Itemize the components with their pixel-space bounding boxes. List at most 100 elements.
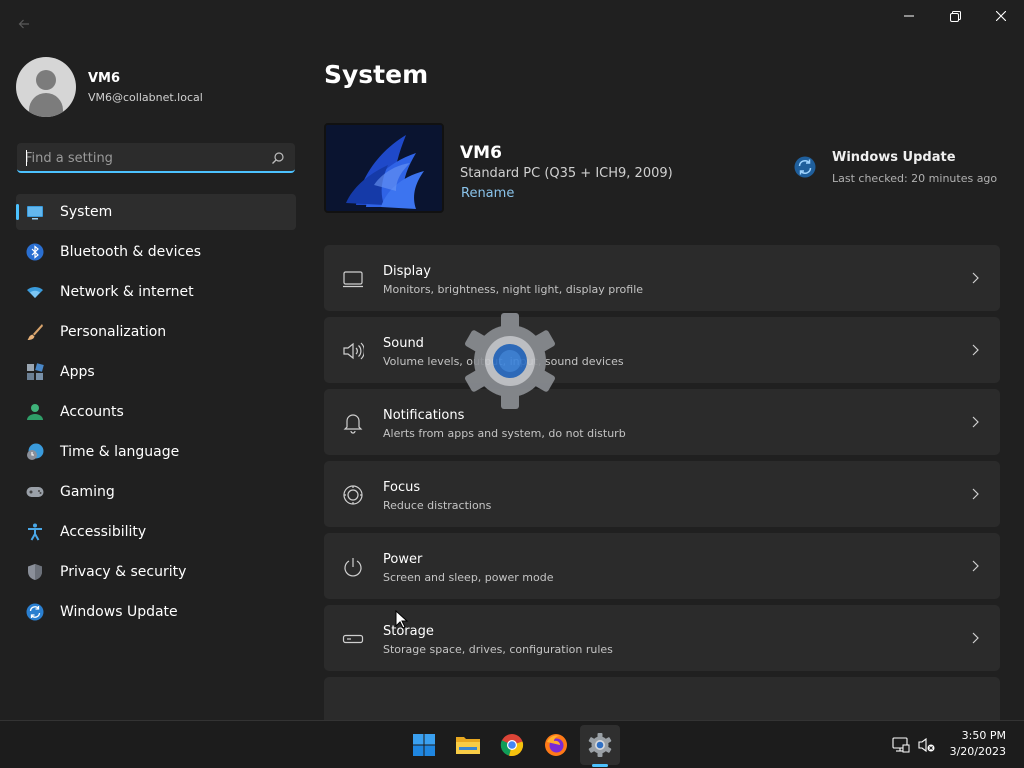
sidebar-item-privacy-security[interactable]: Privacy & security xyxy=(16,554,296,590)
taskbar-clock[interactable]: 3:50 PM 3/20/2023 xyxy=(940,728,1006,760)
search-input[interactable] xyxy=(25,148,265,168)
chevron-right-icon xyxy=(972,272,979,284)
sidebar-item-personalization[interactable]: Personalization xyxy=(16,314,296,350)
search-icon[interactable] xyxy=(271,151,285,165)
apps-icon xyxy=(27,363,44,380)
settings-gear-loading-icon xyxy=(465,313,555,409)
system-icon xyxy=(27,206,43,220)
card-partially-visible[interactable] xyxy=(324,677,1000,720)
minimize-icon xyxy=(904,15,914,17)
text-caret xyxy=(26,150,27,166)
minimize-button[interactable] xyxy=(886,0,932,32)
firefox-icon xyxy=(545,734,567,756)
power-icon xyxy=(344,558,362,577)
back-arrow-icon[interactable] xyxy=(12,12,36,36)
sidebar-item-accounts[interactable]: Accounts xyxy=(16,394,296,430)
sidebar-item-label: Time & language xyxy=(60,444,180,460)
card-notifications[interactable]: Notifications Alerts from apps and syste… xyxy=(324,389,1000,455)
sidebar-item-label: System xyxy=(60,204,113,220)
file-explorer-icon xyxy=(456,737,480,754)
person-icon xyxy=(27,404,43,420)
desktop-wallpaper-thumbnail[interactable] xyxy=(324,123,444,213)
card-subtitle: Monitors, brightness, night light, displ… xyxy=(383,283,644,296)
card-title: Power xyxy=(383,552,423,567)
user-profile[interactable]: VM6 VM6@collabnet.local xyxy=(16,57,296,117)
sidebar-item-label: Gaming xyxy=(60,484,115,500)
card-power[interactable]: Power Screen and sleep, power mode xyxy=(324,533,1000,599)
settings-search-box[interactable] xyxy=(17,143,295,173)
profile-email: VM6@collabnet.local xyxy=(88,91,203,104)
avatar xyxy=(16,57,76,117)
clock-date: 3/20/2023 xyxy=(949,745,1006,758)
sidebar-item-network[interactable]: Network & internet xyxy=(16,274,296,310)
device-info-header: VM6 Standard PC (Q35 + ICH9, 2009) Renam… xyxy=(324,123,1000,215)
windows-update-title: Windows Update xyxy=(832,150,956,165)
device-name: VM6 xyxy=(460,143,502,163)
page-title: System xyxy=(324,60,429,89)
restore-button[interactable] xyxy=(932,0,978,32)
clock-globe-icon xyxy=(27,443,44,460)
settings-icon xyxy=(588,733,612,757)
sidebar-item-label: Privacy & security xyxy=(60,564,187,580)
card-subtitle: Screen and sleep, power mode xyxy=(383,571,554,584)
chevron-right-icon xyxy=(972,488,979,500)
card-title: Focus xyxy=(383,480,421,495)
sidebar-item-apps[interactable]: Apps xyxy=(16,354,296,390)
card-sound[interactable]: Sound Volume levels, output, input, soun… xyxy=(324,317,1000,383)
title-bar xyxy=(0,0,1024,48)
card-subtitle: Reduce distractions xyxy=(383,499,492,512)
bell-icon xyxy=(343,414,363,434)
card-storage[interactable]: Storage Storage space, drives, configura… xyxy=(324,605,1000,671)
card-subtitle: Storage space, drives, configuration rul… xyxy=(383,643,613,656)
sidebar-item-label: Bluetooth & devices xyxy=(60,244,202,260)
card-focus[interactable]: Focus Reduce distractions xyxy=(324,461,1000,527)
active-app-indicator xyxy=(592,764,608,767)
card-title: Sound xyxy=(383,336,424,351)
shield-icon xyxy=(28,564,42,580)
network-wired-icon[interactable] xyxy=(892,736,910,754)
profile-name: VM6 xyxy=(88,71,121,86)
taskbar-file-explorer[interactable] xyxy=(448,725,488,765)
gamepad-icon xyxy=(26,487,44,497)
card-display[interactable]: Display Monitors, brightness, night ligh… xyxy=(324,245,1000,311)
bluetooth-icon xyxy=(26,243,44,261)
chevron-right-icon xyxy=(972,560,979,572)
windows-update-status: Last checked: 20 minutes ago xyxy=(832,172,998,185)
brush-icon xyxy=(27,324,43,340)
taskbar: 3:50 PM 3/20/2023 xyxy=(0,720,1024,768)
close-icon xyxy=(996,11,1006,21)
wifi-icon xyxy=(27,286,43,298)
chevron-right-icon xyxy=(972,632,979,644)
volume-muted-icon[interactable] xyxy=(918,736,936,754)
start-icon xyxy=(413,734,435,756)
sidebar-item-system[interactable]: System xyxy=(16,194,296,230)
card-title: Display xyxy=(383,264,431,279)
accessibility-icon xyxy=(28,523,42,541)
settings-card-list: Display Monitors, brightness, night ligh… xyxy=(324,245,1000,677)
sidebar-nav: System Bluetooth & devices Network & int… xyxy=(16,194,296,634)
sidebar-item-windows-update[interactable]: Windows Update xyxy=(16,594,296,630)
close-button[interactable] xyxy=(978,0,1024,32)
sidebar-item-label: Windows Update xyxy=(60,604,178,620)
sidebar-item-label: Accounts xyxy=(60,404,124,420)
sidebar-item-gaming[interactable]: Gaming xyxy=(16,474,296,510)
card-subtitle: Alerts from apps and system, do not dist… xyxy=(383,427,626,440)
sidebar-item-label: Personalization xyxy=(60,324,167,340)
restore-icon xyxy=(949,10,961,22)
card-title: Notifications xyxy=(383,408,465,423)
sidebar-item-accessibility[interactable]: Accessibility xyxy=(16,514,296,550)
speaker-icon xyxy=(343,342,364,360)
taskbar-firefox[interactable] xyxy=(536,725,576,765)
rename-link[interactable]: Rename xyxy=(461,186,514,201)
sidebar-item-label: Apps xyxy=(60,364,95,380)
windows-update-widget[interactable]: Windows Update Last checked: 20 minutes … xyxy=(794,150,1000,190)
taskbar-settings[interactable] xyxy=(580,725,620,765)
sidebar-item-time-language[interactable]: Time & language xyxy=(16,434,296,470)
start-button[interactable] xyxy=(404,725,444,765)
taskbar-chrome[interactable] xyxy=(492,725,532,765)
focus-icon xyxy=(343,485,363,505)
sidebar-item-label: Accessibility xyxy=(60,524,147,540)
chevron-right-icon xyxy=(972,416,979,428)
update-icon xyxy=(26,603,44,621)
sidebar-item-bluetooth[interactable]: Bluetooth & devices xyxy=(16,234,296,270)
